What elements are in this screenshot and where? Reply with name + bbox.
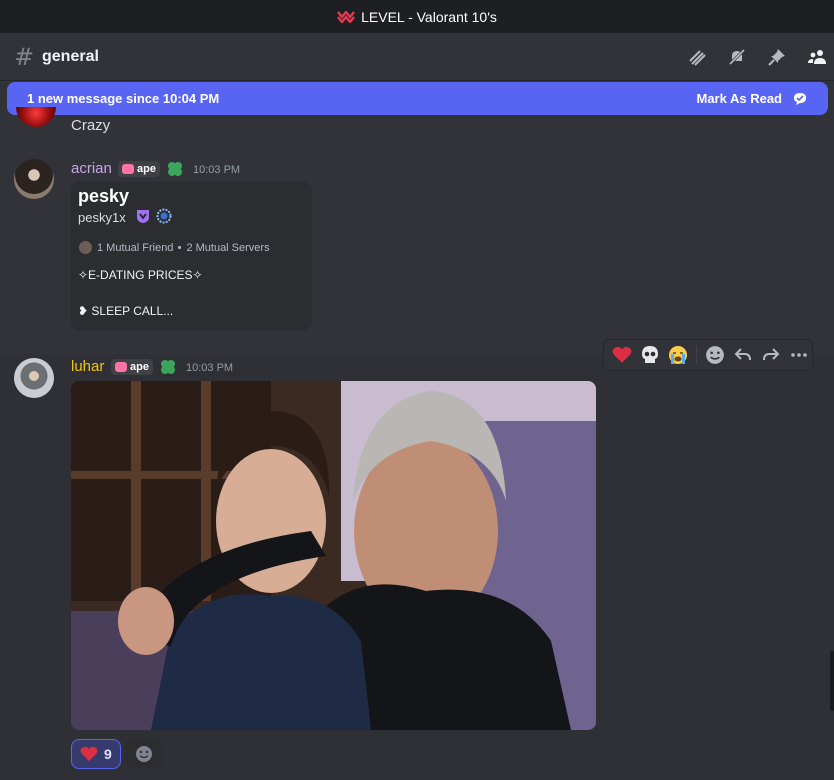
more-icon[interactable] [787,343,811,367]
clover-badge-icon [161,360,175,374]
photo-illustration [71,381,596,730]
ape-tag-icon [115,362,127,372]
reactions-bar: 9 [71,739,163,769]
reaction-count: 9 [104,746,112,762]
timestamp: 10:03 PM [193,164,241,176]
threads-icon[interactable] [686,46,708,68]
message-actions-toolbar [603,339,813,371]
avatar[interactable] [14,159,54,199]
add-reaction-button[interactable] [124,739,163,769]
bio-line: ✧E-DATING PRICES✧ [78,268,203,282]
channel-hash-icon: # [14,42,35,71]
nitro-badge-icon [137,210,149,223]
header-toolbar [686,33,834,81]
mute-bell-icon[interactable] [726,46,748,68]
new-messages-text: 1 new message since 10:04 PM [27,91,220,106]
pin-icon[interactable] [766,46,788,68]
new-messages-banner[interactable]: 1 new message since 10:04 PM Mark As Rea… [7,82,828,115]
heart-icon[interactable] [610,343,634,367]
forward-icon[interactable] [759,343,783,367]
role-tag-label: ape [130,361,149,373]
message-list: Crazy acrian ape 10:03 PM pesky pesky1x … [0,107,834,780]
role-tag: ape [118,161,160,177]
scrollbar[interactable] [830,651,834,711]
avatar[interactable] [14,358,54,398]
role-tag-label: ape [137,163,156,175]
mutual-friend-avatar [79,241,92,254]
skull-icon[interactable] [638,343,662,367]
toolbar-separator [696,346,697,364]
username[interactable]: acrian [71,160,112,177]
channel-header: # general [0,33,834,81]
add-reaction-icon [135,746,152,762]
ape-tag-icon [122,164,134,174]
profile-embed[interactable]: pesky pesky1x 1 Mutual Friend 2 Mutual S… [71,182,312,330]
avatar[interactable] [16,107,56,127]
mark-as-read-label: Mark As Read [696,91,783,106]
reply-icon[interactable] [731,343,755,367]
timestamp: 10:03 PM [186,362,234,374]
embed-handle: pesky1x [78,210,126,225]
role-tag: ape [111,359,153,375]
mark-read-icon [794,92,806,105]
separator-dot [178,246,182,249]
heart-icon [80,746,98,761]
reaction-heart[interactable]: 9 [71,739,121,769]
window-titlebar: LEVEL - Valorant 10's [0,0,834,33]
add-reaction-icon[interactable] [703,343,727,367]
message-image[interactable] [71,381,596,730]
window-title: LEVEL - Valorant 10's [361,8,497,25]
channel-name: general [42,47,99,65]
mutual-friends: 1 Mutual Friend [97,241,174,254]
clover-badge-icon [168,162,182,176]
bio-line: ❥ SLEEP CALL... [78,304,174,318]
crying-face-icon[interactable] [666,343,690,367]
mutual-servers: 2 Mutual Servers [186,241,270,254]
server-logo-icon [337,10,356,23]
mark-as-read-button[interactable]: Mark As Read [697,91,809,107]
boost-badge-icon [156,208,172,224]
mutual-info: 1 Mutual Friend 2 Mutual Servers [79,241,270,254]
message-text: Crazy [71,117,111,134]
username[interactable]: luhar [71,358,104,375]
member-list-icon[interactable] [806,46,828,68]
embed-title: pesky [78,186,130,206]
